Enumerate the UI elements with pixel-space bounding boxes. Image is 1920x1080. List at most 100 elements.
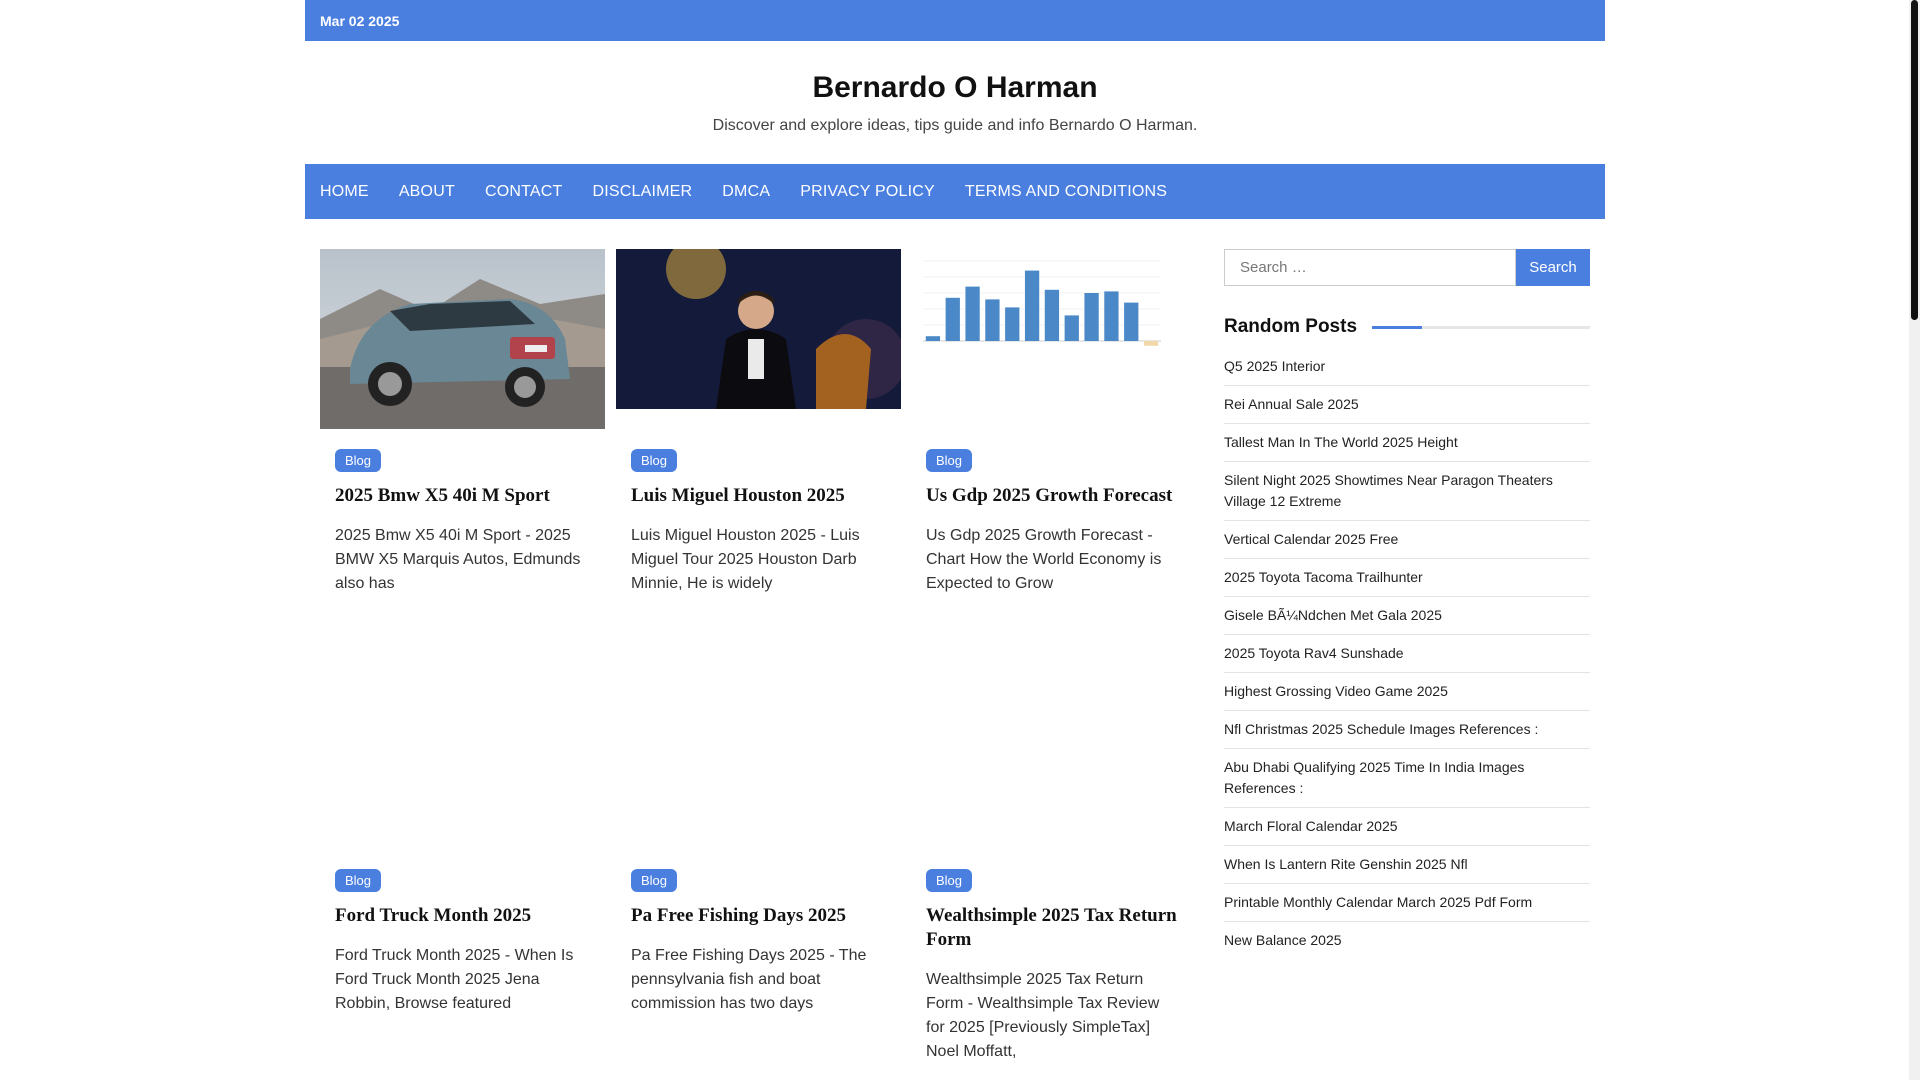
random-post-link[interactable]: Nfl Christmas 2025 Schedule Images Refer… — [1224, 721, 1538, 737]
category-badge[interactable]: Blog — [926, 449, 973, 472]
nav-home[interactable]: HOME — [320, 183, 369, 201]
post-card: Blog Pa Free Fishing Days 2025 Pa Free F… — [616, 869, 901, 1016]
post-card: Blog Wealthsimple 2025 Tax Return Form W… — [911, 869, 1196, 1064]
nav-dmca[interactable]: DMCA — [722, 183, 770, 201]
gdp-bar — [1005, 307, 1020, 341]
nav-about[interactable]: ABOUT — [399, 183, 455, 201]
widget-title-divider — [1372, 325, 1590, 329]
random-post-link[interactable]: 2025 Toyota Rav4 Sunshade — [1224, 645, 1404, 661]
random-post-link[interactable]: Highest Grossing Video Game 2025 — [1224, 683, 1448, 699]
gdp-bar — [985, 299, 1000, 341]
gdp-bar — [1104, 291, 1119, 341]
page-scrollbar[interactable] — [1909, 0, 1920, 1080]
nav-terms-and-conditions[interactable]: TERMS AND CONDITIONS — [965, 183, 1167, 201]
post-card-body: Blog Wealthsimple 2025 Tax Return Form W… — [911, 869, 1196, 1064]
random-posts-title: Random Posts — [1224, 316, 1358, 337]
gdp-bar — [1124, 302, 1139, 341]
post-title[interactable]: Wealthsimple 2025 Tax Return Form — [926, 904, 1181, 952]
gdp-chart-image — [911, 249, 1196, 379]
category-badge[interactable]: Blog — [631, 449, 678, 472]
category-badge[interactable]: Blog — [335, 869, 382, 892]
top-bar: Mar 02 2025 — [305, 0, 1605, 41]
random-post-link[interactable]: Tallest Man In The World 2025 Height — [1224, 434, 1458, 450]
post-card-body: Blog Ford Truck Month 2025 Ford Truck Mo… — [320, 869, 605, 1016]
site-title[interactable]: Bernardo O Harman — [305, 71, 1605, 105]
post-card-body: Blog 2025 Bmw X5 40i M Sport 2025 Bmw X5… — [320, 449, 605, 596]
current-date: Mar 02 2025 — [320, 12, 400, 29]
list-item: 2025 Toyota Tacoma Trailhunter — [1224, 559, 1590, 597]
nav-privacy-policy[interactable]: PRIVACY POLICY — [800, 183, 935, 201]
random-post-link[interactable]: New Balance 2025 — [1224, 932, 1342, 948]
post-excerpt: Wealthsimple 2025 Tax Return Form - Weal… — [926, 971, 1160, 1060]
random-post-link[interactable]: Vertical Calendar 2025 Free — [1224, 531, 1398, 547]
post-thumbnail-gdp[interactable] — [911, 249, 1196, 379]
random-posts-header: Random Posts — [1224, 316, 1590, 338]
post-title[interactable]: Ford Truck Month 2025 — [335, 904, 590, 928]
list-item: Q5 2025 Interior — [1224, 348, 1590, 386]
gdp-bar — [925, 336, 941, 341]
list-item: Nfl Christmas 2025 Schedule Images Refer… — [1224, 711, 1590, 749]
random-post-link[interactable]: Q5 2025 Interior — [1224, 358, 1325, 374]
nav-contact[interactable]: CONTACT — [485, 183, 563, 201]
nav-disclaimer[interactable]: DISCLAIMER — [592, 183, 692, 201]
post-title[interactable]: 2025 Bmw X5 40i M Sport — [335, 484, 590, 508]
site-branding: Bernardo O Harman Discover and explore i… — [305, 41, 1605, 163]
category-badge[interactable]: Blog — [631, 869, 678, 892]
list-item: Gisele BÃ¼Ndchen Met Gala 2025 — [1224, 597, 1590, 635]
post-card-body: Blog Us Gdp 2025 Growth Forecast Us Gdp … — [911, 449, 1196, 596]
post-card: Blog Luis Miguel Houston 2025 Luis Migue… — [616, 249, 901, 596]
gdp-bar — [965, 286, 980, 341]
concert-image — [616, 249, 901, 409]
post-title[interactable]: Us Gdp 2025 Growth Forecast — [926, 484, 1181, 508]
post-thumbnail-bmw[interactable] — [320, 249, 605, 429]
random-post-link[interactable]: Rei Annual Sale 2025 — [1224, 396, 1359, 412]
random-post-link[interactable]: Silent Night 2025 Showtimes Near Paragon… — [1224, 472, 1553, 509]
random-post-link[interactable]: March Floral Calendar 2025 — [1224, 818, 1398, 834]
gdp-bar — [945, 297, 960, 341]
gdp-bar — [1084, 293, 1099, 341]
random-post-link[interactable]: Abu Dhabi Qualifying 2025 Time In India … — [1224, 759, 1524, 796]
page-wrapper: Mar 02 2025 Bernardo O Harman Discover a… — [305, 0, 1605, 1060]
list-item: Tallest Man In The World 2025 Height — [1224, 424, 1590, 462]
post-excerpt: Us Gdp 2025 Growth Forecast - Chart How … — [926, 527, 1162, 592]
post-title[interactable]: Luis Miguel Houston 2025 — [631, 484, 886, 508]
sidebar: Search Random Posts Q5 2025 Interior Rei… — [1224, 249, 1590, 959]
gdp-bar — [1064, 315, 1079, 341]
random-posts-list: Q5 2025 Interior Rei Annual Sale 2025 Ta… — [1224, 348, 1590, 959]
post-thumbnail-luis-miguel[interactable] — [616, 249, 901, 409]
list-item: Rei Annual Sale 2025 — [1224, 386, 1590, 424]
list-item: Vertical Calendar 2025 Free — [1224, 521, 1590, 559]
gdp-bar — [1024, 270, 1040, 341]
list-item: March Floral Calendar 2025 — [1224, 808, 1590, 846]
site-tagline: Discover and explore ideas, tips guide a… — [712, 117, 1198, 134]
list-item: New Balance 2025 — [1224, 922, 1590, 959]
random-post-link[interactable]: When Is Lantern Rite Genshin 2025 Nfl — [1224, 856, 1468, 872]
bmw-suv-image — [320, 249, 605, 429]
post-excerpt: Pa Free Fishing Days 2025 - The pennsylv… — [631, 947, 867, 1012]
gdp-bar — [1044, 289, 1060, 341]
post-card: Blog Ford Truck Month 2025 Ford Truck Mo… — [320, 869, 605, 1016]
list-item: 2025 Toyota Rav4 Sunshade — [1224, 635, 1590, 673]
post-title[interactable]: Pa Free Fishing Days 2025 — [631, 904, 886, 928]
post-excerpt: Ford Truck Month 2025 - When Is Ford Tru… — [335, 947, 574, 1012]
list-item: Printable Monthly Calendar March 2025 Pd… — [1224, 884, 1590, 922]
post-card-body: Blog Luis Miguel Houston 2025 Luis Migue… — [616, 449, 901, 596]
search-input[interactable] — [1224, 249, 1516, 286]
search-button[interactable]: Search — [1516, 249, 1590, 286]
main-navigation: HOME ABOUT CONTACT DISCLAIMER DMCA PRIVA… — [305, 164, 1605, 219]
post-card-body: Blog Pa Free Fishing Days 2025 Pa Free F… — [616, 869, 901, 1016]
category-badge[interactable]: Blog — [335, 449, 382, 472]
random-post-link[interactable]: Printable Monthly Calendar March 2025 Pd… — [1224, 894, 1532, 910]
post-excerpt: Luis Miguel Houston 2025 - Luis Miguel T… — [631, 527, 860, 592]
random-post-link[interactable]: Gisele BÃ¼Ndchen Met Gala 2025 — [1224, 607, 1442, 623]
scrollbar-thumb[interactable] — [1911, 0, 1918, 320]
list-item: Abu Dhabi Qualifying 2025 Time In India … — [1224, 749, 1590, 808]
list-item: Silent Night 2025 Showtimes Near Paragon… — [1224, 462, 1590, 521]
list-item: When Is Lantern Rite Genshin 2025 Nfl — [1224, 846, 1590, 884]
post-card: Blog Us Gdp 2025 Growth Forecast Us Gdp … — [911, 249, 1196, 596]
category-badge[interactable]: Blog — [926, 869, 973, 892]
post-excerpt: 2025 Bmw X5 40i M Sport - 2025 BMW X5 Ma… — [335, 527, 581, 592]
list-item: Highest Grossing Video Game 2025 — [1224, 673, 1590, 711]
search-form: Search — [1224, 249, 1590, 286]
random-post-link[interactable]: 2025 Toyota Tacoma Trailhunter — [1224, 569, 1423, 585]
